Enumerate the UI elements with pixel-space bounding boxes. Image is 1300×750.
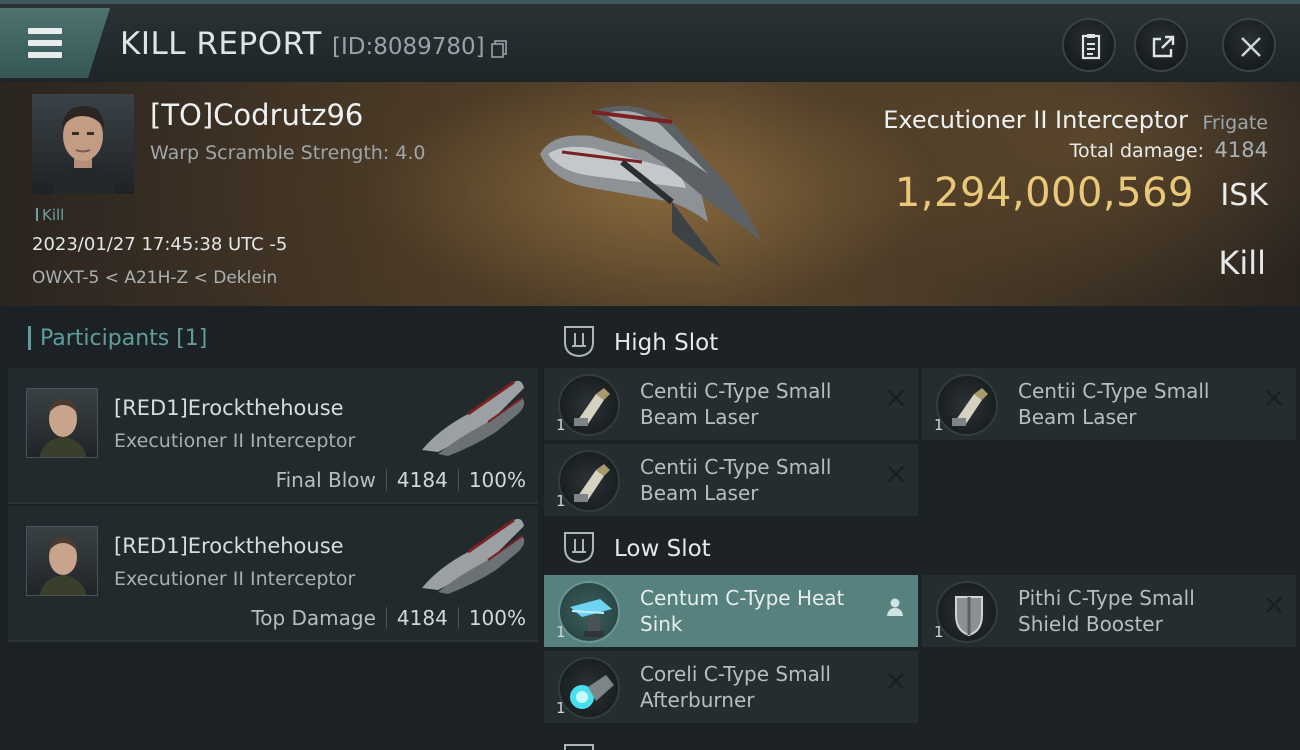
share-button[interactable] [1134, 18, 1188, 72]
afterburner-icon [558, 657, 620, 719]
participants-title-bar [28, 326, 31, 350]
participants-title: Participants [1] [40, 326, 208, 351]
participant-percent: 100% [468, 606, 526, 630]
participant-damage: 4184 [396, 468, 448, 492]
total-damage-label: Total damage: [1069, 140, 1204, 162]
participant-avatar[interactable] [26, 526, 98, 596]
kill-tag: Kill [36, 206, 64, 224]
close-button[interactable] [1222, 18, 1276, 72]
beam-laser-icon [936, 374, 998, 436]
shield-booster-icon [936, 581, 998, 643]
beam-laser-icon [558, 450, 620, 512]
destroyed-x-icon [888, 390, 904, 406]
participant-name[interactable]: [RED1]Erockthehouse [114, 396, 344, 420]
heat-sink-icon [558, 581, 620, 643]
kill-location[interactable]: OWXT-5 < A21H-Z < Deklein [32, 268, 277, 288]
module-name: Centii C-Type Small Beam Laser [640, 455, 832, 505]
participant-ship: Executioner II Interceptor [114, 430, 356, 452]
warp-scramble-strength: Warp Scramble Strength: 4.0 [150, 142, 426, 164]
module-name: Coreli C-Type Small Afterburner [640, 662, 831, 712]
participants-panel: Participants [1] [RED1]Erockthehouse Exe… [0, 306, 540, 750]
participant-avatar[interactable] [26, 388, 98, 458]
module-card-selected[interactable]: 1 Centum C-Type Heat Sink [544, 575, 918, 647]
module-quantity: 1 [934, 416, 944, 434]
participant-stats: Top Damage 4184 100% [251, 606, 526, 630]
high-slot-label: High Slot [614, 330, 719, 356]
destroyed-x-icon [1266, 390, 1282, 406]
victim-name[interactable]: [TO]Codrutz96 [150, 98, 363, 132]
kill-type: Kill [1218, 244, 1266, 282]
module-quantity: 1 [556, 492, 566, 510]
module-quantity: 1 [556, 416, 566, 434]
clipboard-icon [1081, 34, 1101, 60]
menu-button[interactable] [0, 8, 110, 78]
total-damage-value: 4184 [1214, 138, 1268, 162]
participant-ship-image [422, 518, 525, 594]
participant-percent: 100% [468, 468, 526, 492]
person-icon [887, 598, 903, 616]
module-name: Centii C-Type Small Beam Laser [640, 379, 832, 429]
participant-role: Final Blow [275, 468, 376, 492]
participant-card[interactable]: [RED1]Erockthehouse Executioner II Inter… [8, 368, 538, 504]
module-card[interactable]: 1 Pithi C-Type Small Shield Booster [922, 575, 1296, 647]
victim-ship-image [540, 105, 762, 268]
module-card[interactable]: 1 Centii C-Type Small Beam Laser [544, 368, 918, 440]
destroyed-x-icon [888, 673, 904, 689]
isk-value: 1,294,000,569 [894, 170, 1194, 216]
participant-role: Top Damage [251, 606, 376, 630]
low-slot-icon [564, 532, 594, 564]
victim-ship-name[interactable]: Executioner II Interceptor [883, 106, 1188, 134]
copy-icon[interactable] [491, 40, 507, 58]
kill-timestamp: 2023/01/27 17:45:38 UTC -5 [32, 234, 288, 255]
low-slot-header: Low Slot [544, 518, 914, 576]
victim-ship-class: Frigate [1202, 112, 1268, 134]
module-quantity: 1 [556, 623, 566, 641]
fitting-panel: High Slot 1 Centii C-Type Small Beam Las… [540, 306, 1300, 750]
module-card[interactable]: 1 Coreli C-Type Small Afterburner [544, 651, 918, 723]
module-name: Centum C-Type Heat Sink [640, 586, 845, 636]
isk-label: ISK [1220, 178, 1268, 213]
module-quantity: 1 [556, 699, 566, 717]
beam-laser-icon [558, 374, 620, 436]
participant-damage: 4184 [396, 606, 448, 630]
clipboard-button[interactable] [1062, 18, 1116, 72]
participant-card[interactable]: [RED1]Erockthehouse Executioner II Inter… [8, 506, 538, 642]
page-title: KILL REPORT [120, 26, 322, 62]
module-name: Centii C-Type Small Beam Laser [1018, 379, 1210, 429]
module-quantity: 1 [934, 623, 944, 641]
title-bar: KILL REPORT [ID:8089780] [0, 0, 1300, 82]
participant-ship: Executioner II Interceptor [114, 568, 356, 590]
high-slot-header: High Slot [544, 312, 914, 370]
module-card[interactable]: 1 Centii C-Type Small Beam Laser [922, 368, 1296, 440]
mid-slot-icon [564, 744, 594, 750]
hamburger-icon [28, 28, 62, 34]
destroyed-x-icon [1266, 597, 1282, 613]
participant-name[interactable]: [RED1]Erockthehouse [114, 534, 344, 558]
module-card[interactable]: 1 Centii C-Type Small Beam Laser [544, 444, 918, 516]
destroyed-x-icon [888, 466, 904, 482]
low-slot-label: Low Slot [614, 536, 711, 562]
victim-avatar[interactable] [32, 94, 134, 194]
participant-ship-image [422, 380, 525, 456]
module-name: Pithi C-Type Small Shield Booster [1018, 586, 1195, 636]
share-icon [1152, 35, 1175, 58]
close-icon [1241, 37, 1261, 57]
participant-stats: Final Blow 4184 100% [276, 468, 526, 492]
high-slot-icon [564, 326, 594, 358]
kill-summary: [TO]Codrutz96 Warp Scramble Strength: 4.… [0, 82, 1300, 306]
mid-slot-header [544, 730, 914, 750]
report-id: [ID:8089780] [332, 34, 485, 60]
